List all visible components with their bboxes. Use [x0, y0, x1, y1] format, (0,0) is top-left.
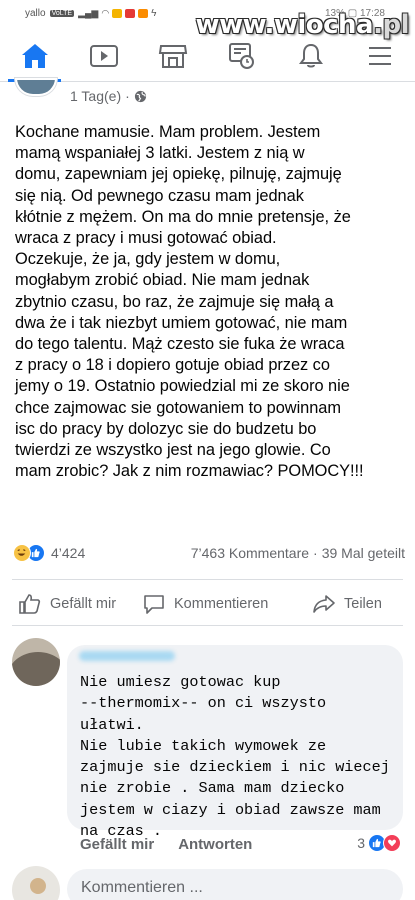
haha-reaction-icon	[13, 544, 31, 562]
tab-menu[interactable]	[346, 30, 415, 81]
post-line: domu, zapewniam jej opiekę, pilnuję, zaj…	[15, 165, 342, 184]
comment-label: Kommentieren	[174, 596, 269, 612]
comment-like-button[interactable]: Gefällt mir	[80, 836, 154, 853]
app-icon	[125, 9, 136, 18]
news-feed-icon	[229, 42, 255, 69]
engagement-counts: 7’463 Kommentare · 39 Mal geteilt	[191, 545, 405, 561]
signal-icon: ▂▄▆	[78, 8, 99, 18]
post-line: dwa że i tak niezbyt umiem gotować, nie …	[15, 313, 348, 332]
post-time[interactable]: 1 Tag(e)	[70, 88, 121, 104]
like-label: Gefällt mir	[50, 596, 117, 612]
post-meta: 1 Tag(e) ·	[70, 88, 147, 104]
post-line: mogłabym zrobić obiad. Nie mam jednak	[15, 271, 310, 290]
comments-count[interactable]: 7’463 Kommentare	[191, 545, 309, 561]
menu-icon	[369, 46, 392, 65]
comment-reactions[interactable]: 3	[357, 834, 401, 852]
comment-reaction-count: 3	[357, 835, 365, 851]
post-actions: Gefällt mir Kommentieren Teilen	[0, 590, 415, 620]
post-line: z pracy o 18 i dopiero gotuje obiad prze…	[15, 356, 330, 375]
divider	[12, 625, 403, 626]
tab-marketplace[interactable]	[138, 30, 207, 81]
post-line: się nią. Od pewnego czasu mam jednak	[15, 186, 304, 205]
wifi-icon: ◠	[101, 8, 110, 18]
comment-reply-button[interactable]: Antworten	[178, 836, 252, 853]
commenter-name-redacted[interactable]	[79, 651, 175, 661]
volte-badge: VoLTE	[49, 10, 75, 17]
post-header: 1 Tag(e) ·	[0, 78, 415, 110]
thumbs-up-icon	[19, 594, 41, 614]
post-line: twierdzi ze wszystko jest na jego glowie…	[15, 441, 331, 460]
post-line: wraca z pracy i musi gotować obiad.	[15, 229, 277, 248]
share-label: Teilen	[344, 596, 382, 612]
video-icon	[89, 44, 118, 67]
post-line: isc do pracy by dolozyc sie do budzetu b…	[15, 419, 317, 438]
comment-bubble[interactable]: Nie umiesz gotowac kup --thermomix-- on …	[67, 645, 403, 840]
post-line: mam zrobic? Jak z nim rozmawiac? POMOCY!…	[15, 462, 364, 481]
meta-separator: ·	[125, 88, 130, 104]
post-line: Kochane mamusie. Mam problem. Jestem	[15, 123, 321, 141]
post-line: Oczekuje, że ja, gdy jestem w domu,	[15, 250, 281, 269]
post-line: mamą wspaniałej 3 latki. Jestem z nią w	[15, 144, 305, 163]
commenter-avatar[interactable]	[12, 638, 60, 686]
tab-video[interactable]	[69, 30, 138, 81]
lightning-icon: ϟ	[151, 8, 157, 19]
comment-button[interactable]: Kommentieren	[142, 593, 268, 615]
comment-actions: Gefällt mir Antworten	[80, 836, 252, 853]
carrier-name: yallo	[25, 8, 46, 19]
marketplace-icon	[158, 44, 188, 68]
post-line: kłótnie z mężem. On ma do mnie pretensje…	[15, 207, 351, 226]
tab-notifications[interactable]	[277, 30, 346, 81]
notifications-bell-icon	[299, 43, 324, 67]
shares-count[interactable]: 39 Mal geteilt	[322, 545, 405, 561]
reaction-count[interactable]: 4’424	[51, 545, 85, 561]
globe-icon	[134, 90, 146, 102]
app-icon	[112, 9, 123, 18]
post-line: zbytnio czasu, bo raz, że zajmuje się ma…	[15, 292, 334, 311]
comment-text: Nie umiesz gotowac kup --thermomix-- on …	[80, 673, 390, 841]
post-line: do tego talentu. Mąż czesto sie fuka że …	[15, 335, 345, 354]
top-nav-bar	[0, 30, 415, 82]
comment-bubble-icon	[144, 595, 164, 614]
reactions-summary: 4’424 7’463 Kommentare · 39 Mal geteilt	[13, 542, 405, 564]
tab-news-feed[interactable]	[208, 30, 277, 81]
comment-input[interactable]: Kommentieren ...	[67, 869, 403, 900]
post-line: chce zajmowac sie gotowaniem to powinnam	[15, 398, 341, 417]
avatar[interactable]	[15, 78, 57, 96]
love-reaction-icon	[383, 834, 401, 852]
app-icon	[138, 9, 149, 18]
home-icon	[21, 43, 48, 68]
post-line: jemy o 19. Ostatnio powiedzial mi ze sko…	[15, 377, 350, 396]
carrier-info: yallo VoLTE ▂▄▆ ◠ ϟ	[25, 8, 156, 19]
status-icons: ▂▄▆ ◠ ϟ	[78, 8, 156, 19]
share-arrow-icon	[313, 595, 335, 613]
tab-home[interactable]	[0, 30, 69, 82]
divider	[12, 579, 403, 580]
post-body: Kochane mamusie. Mam problem. Jestem mam…	[15, 122, 407, 482]
reaction-icons[interactable]	[13, 544, 45, 562]
like-button[interactable]: Gefällt mir	[18, 593, 116, 615]
composer-avatar	[12, 866, 60, 900]
dot-separator: ·	[313, 545, 318, 561]
share-button[interactable]: Teilen	[312, 593, 382, 615]
